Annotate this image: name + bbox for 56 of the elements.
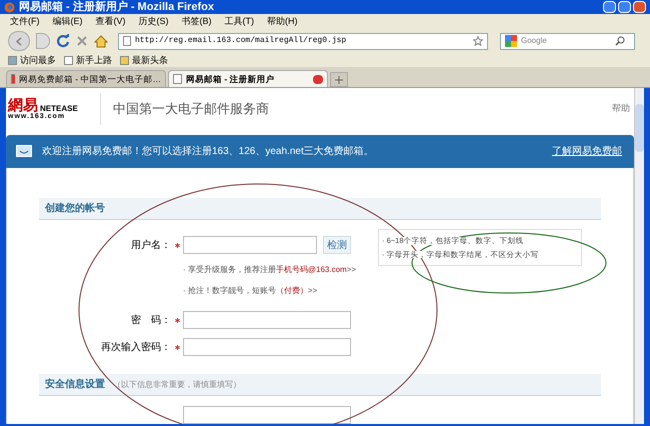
question-dropdown[interactable] (183, 406, 351, 424)
firefox-icon (4, 2, 15, 12)
stop-icon[interactable] (76, 35, 88, 47)
address-field[interactable]: http://reg.email.163.com/mailregAll/reg0.jsp (118, 32, 488, 50)
banner-text: 欢迎注册网易免费邮！您可以选择注册163、126、yeah.net三大免费邮箱。 (42, 144, 374, 160)
menu-item[interactable]: 历史(S) (138, 17, 168, 26)
scrollbar[interactable] (634, 88, 644, 424)
check-button[interactable]: 检测 (323, 236, 351, 254)
browser-tab[interactable]: 网易邮箱 - 注册新用户 (168, 70, 328, 87)
close-tab-icon[interactable] (313, 74, 323, 84)
field-label: 再次输入密码： (100, 340, 171, 354)
menu-item[interactable]: 文件(F) (10, 17, 40, 26)
star-icon[interactable] (473, 36, 483, 46)
maximize-button[interactable] (618, 1, 631, 13)
menu-item[interactable]: 编辑(E) (52, 17, 82, 26)
minimize-button[interactable] (603, 1, 616, 13)
text-field[interactable] (183, 338, 351, 356)
field-label: 密 码： (130, 314, 171, 328)
search-input[interactable]: Google (521, 35, 611, 47)
text-field[interactable] (183, 311, 351, 329)
google-icon (505, 35, 517, 47)
tip-text[interactable]: · 抢注！数字靓号，短账号（付费）>> (183, 285, 356, 297)
help-link[interactable]: 帮助 (612, 102, 630, 116)
reload-icon[interactable] (56, 34, 70, 48)
section-note: （以下信息非常重要，请慎重填写） (113, 378, 241, 390)
page-icon (123, 36, 131, 46)
back-button[interactable] (8, 31, 30, 51)
page-icon (8, 56, 17, 64)
menu-item[interactable]: 工具(T) (224, 17, 254, 26)
text-field[interactable] (183, 236, 317, 254)
search-icon[interactable] (615, 36, 625, 46)
section-title: 创建您的帐号 (45, 202, 105, 216)
new-tab-button[interactable] (330, 72, 348, 87)
page-icon (64, 56, 73, 64)
page-icon (173, 74, 182, 84)
home-icon[interactable] (94, 34, 108, 48)
folder-icon (120, 56, 129, 64)
menu-item[interactable]: 帮助(H) (267, 17, 298, 26)
smiley-icon (16, 144, 32, 159)
section-title: 安全信息设置 (45, 377, 105, 392)
slogan: 中国第一大电子邮件服务商 (113, 100, 269, 118)
close-button[interactable] (633, 1, 646, 13)
learn-more-link[interactable]: 了解网易免费邮 (552, 144, 622, 160)
browser-tab[interactable]: 网易免费邮箱 - 中国第一大电子邮… (6, 70, 166, 87)
plus-icon (335, 76, 343, 84)
search-field[interactable]: Google (500, 32, 635, 50)
menu-item[interactable]: 书签(B) (182, 17, 212, 26)
forward-button[interactable] (36, 33, 50, 49)
bookmark-link[interactable]: 新手上路 (76, 56, 112, 64)
menu-item[interactable]: 查看(V) (96, 17, 126, 26)
tab-favicon (11, 74, 15, 84)
window-title: 网易邮箱 - 注册新用户 - Mozilla Firefox (19, 2, 214, 12)
tip-text[interactable]: · 享受升级服务，推荐注册手机号码@163.com>> (183, 264, 356, 276)
field-label: 用户名： (130, 238, 171, 252)
bookmark-link[interactable]: 最新头条 (132, 56, 168, 64)
bookmark-link[interactable]: 访问最多 (20, 56, 56, 64)
